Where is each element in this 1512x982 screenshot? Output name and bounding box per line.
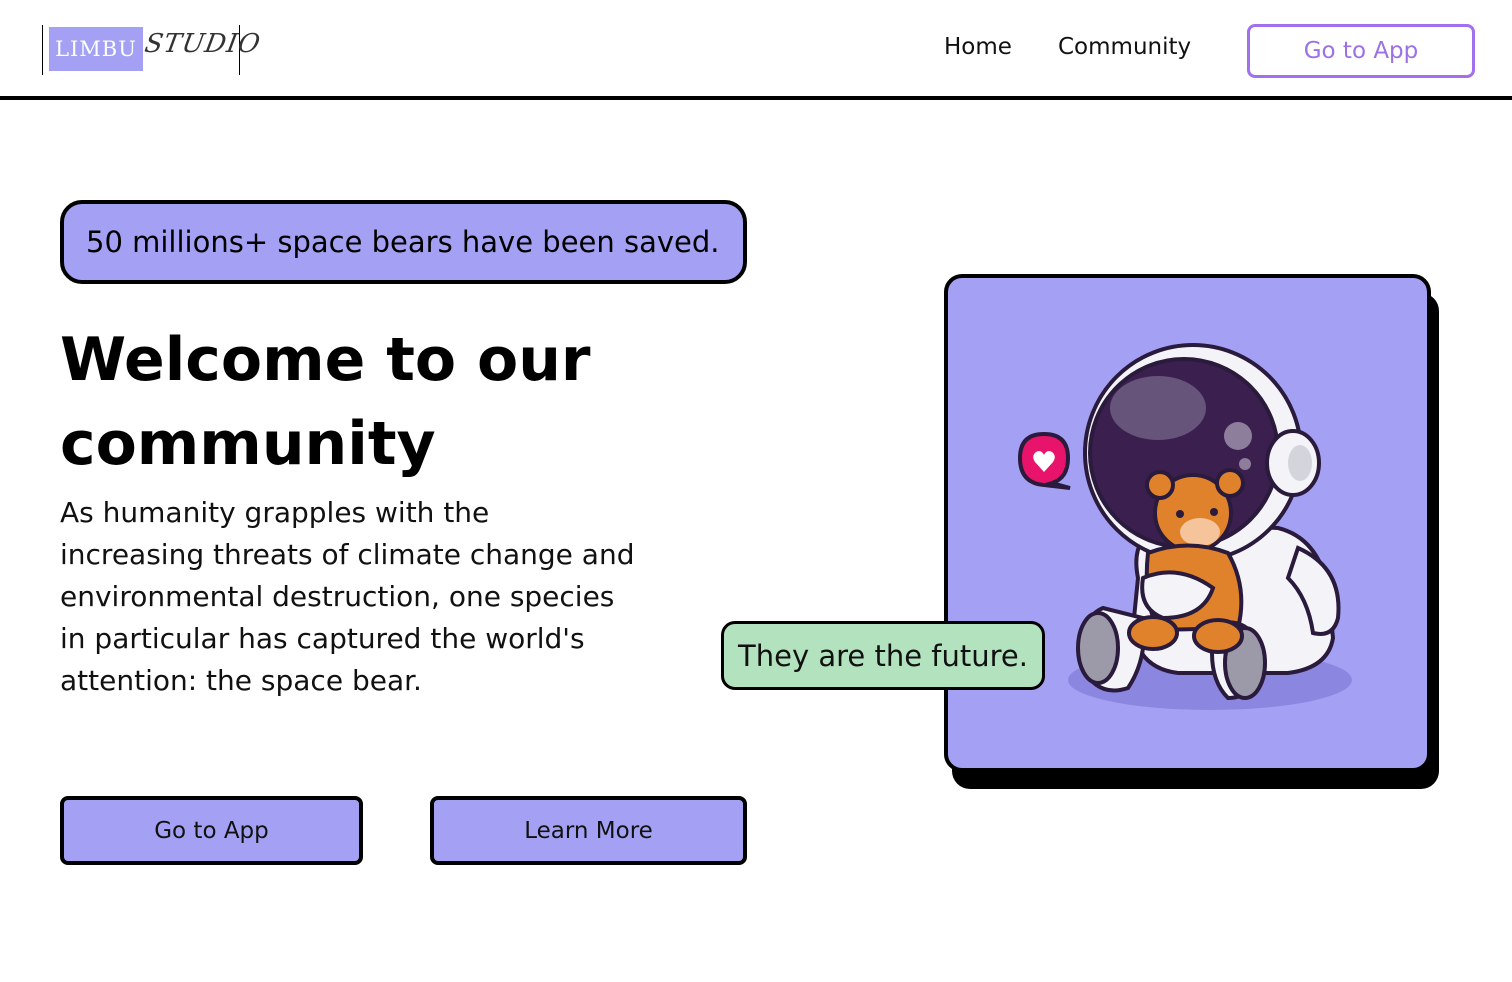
site-header: LIMBU STUDIO Home Community Go to App: [0, 0, 1512, 100]
nav-home-link[interactable]: Home: [944, 34, 1012, 60]
go-to-app-button[interactable]: Go to App: [60, 796, 363, 865]
hero-paragraph: As humanity grapples with the increasing…: [60, 496, 635, 697]
logo[interactable]: LIMBU STUDIO: [42, 25, 263, 75]
page-title: Welcome to our community: [60, 325, 591, 479]
speech-bubble: They are the future.: [721, 621, 1045, 690]
stats-pill: 50 millions+ space bears have been saved…: [60, 200, 747, 284]
nav-go-to-app-button[interactable]: Go to App: [1247, 24, 1475, 78]
nav-community-link[interactable]: Community: [1058, 34, 1191, 60]
learn-more-button[interactable]: Learn More: [430, 796, 747, 865]
astronaut-bear-illustration: [1017, 343, 1352, 710]
illustration-card: [944, 274, 1431, 772]
logo-studio: STUDIO: [142, 29, 264, 59]
logo-limbu: LIMBU: [49, 27, 143, 71]
